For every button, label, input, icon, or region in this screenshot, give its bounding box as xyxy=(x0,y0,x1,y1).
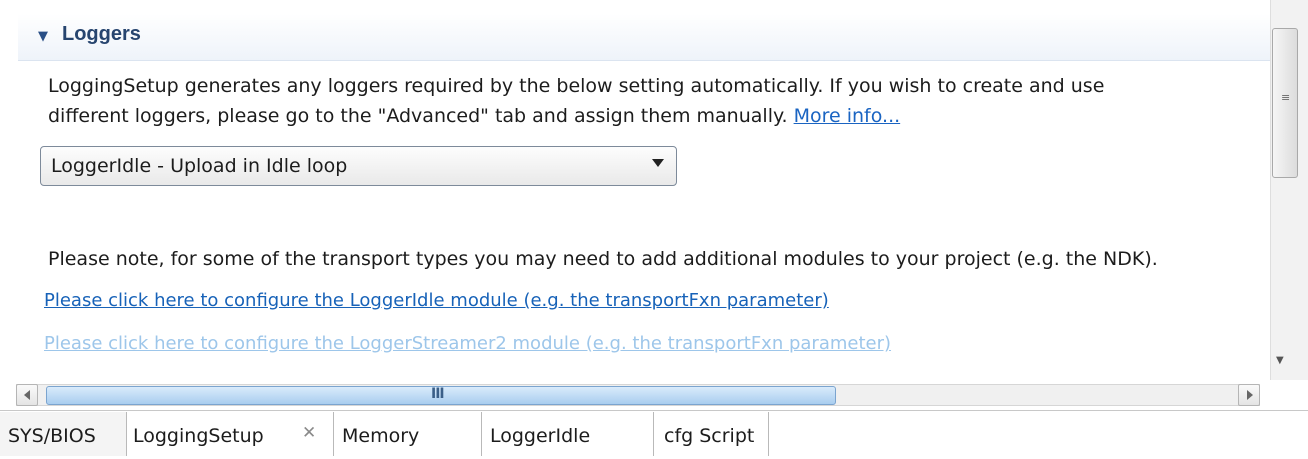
tab-cfg-script-label: cfg Script xyxy=(664,425,755,447)
description-line-2: different loggers, please go to the "Adv… xyxy=(48,105,900,127)
logger-type-selected-value: LoggerIdle - Upload in Idle loop xyxy=(51,155,348,177)
section-header[interactable] xyxy=(18,14,1270,61)
tab-loggeridle[interactable]: LoggerIdle xyxy=(482,412,654,456)
tab-sysbios-label: SYS/BIOS xyxy=(8,425,96,447)
scroll-grip-icon: ≡ xyxy=(1281,91,1291,104)
section-title[interactable]: Loggers xyxy=(62,23,141,46)
scroll-down-arrow-icon[interactable]: ▼ xyxy=(1276,355,1284,366)
editor-content: ▼ Loggers LoggingSetup generates any log… xyxy=(0,0,1270,380)
close-tab-icon[interactable]: ✕ xyxy=(302,423,316,443)
vertical-scrollbar-thumb[interactable]: ≡ xyxy=(1272,28,1298,178)
transport-note: Please note, for some of the transport t… xyxy=(48,248,1158,270)
tab-cfg-script[interactable]: cfg Script xyxy=(654,412,769,456)
scroll-right-arrow-icon xyxy=(1247,390,1253,400)
horizontal-scrollbar-thumb[interactable]: III xyxy=(46,386,836,405)
description-line-2-text: different loggers, please go to the "Adv… xyxy=(48,105,788,127)
tab-loggingsetup[interactable]: LoggingSetup ✕ xyxy=(127,412,334,456)
scroll-left-arrow-icon xyxy=(24,390,30,400)
tab-memory[interactable]: Memory xyxy=(334,412,482,456)
description-line-1: LoggingSetup generates any loggers requi… xyxy=(48,75,1105,97)
logger-type-dropdown[interactable]: LoggerIdle - Upload in Idle loop xyxy=(40,146,677,186)
scroll-right-button[interactable] xyxy=(1238,384,1260,406)
tab-loggingsetup-label: LoggingSetup xyxy=(133,425,264,447)
scroll-left-button[interactable] xyxy=(16,384,38,406)
tab-memory-label: Memory xyxy=(342,425,420,447)
tab-loggeridle-label: LoggerIdle xyxy=(490,425,591,447)
collapse-triangle-icon[interactable]: ▼ xyxy=(38,29,48,44)
configure-loggerstreamer2-link: Please click here to configure the Logge… xyxy=(44,333,892,354)
dropdown-arrow-icon[interactable] xyxy=(652,159,664,167)
scroll-grip-icon: III xyxy=(431,386,445,402)
tab-sysbios[interactable]: SYS/BIOS xyxy=(0,412,127,456)
configure-loggeridle-link[interactable]: Please click here to configure the Logge… xyxy=(44,290,829,311)
more-info-link[interactable]: More info... xyxy=(794,105,901,127)
